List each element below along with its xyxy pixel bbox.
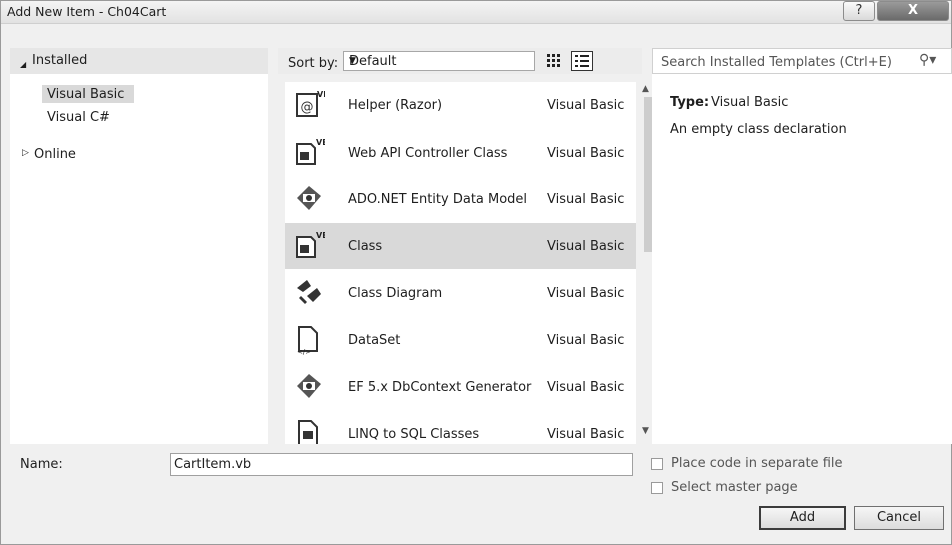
template-language: Visual Basic — [547, 333, 625, 348]
type-value: Visual Basic — [711, 95, 789, 110]
cancel-button[interactable]: Cancel — [854, 506, 944, 530]
template-name: Helper (Razor) — [348, 98, 443, 113]
collapse-triangle-icon[interactable]: ▷ — [22, 148, 29, 158]
list-item[interactable]: </> DataSet Visual Basic — [285, 317, 636, 363]
scroll-up-icon[interactable]: ▲ — [642, 84, 649, 94]
type-label: Type: — [670, 95, 710, 110]
name-input-value: CartItem.vb — [174, 457, 252, 472]
template-name: Web API Controller Class — [348, 146, 508, 161]
add-button[interactable]: Add — [759, 506, 846, 530]
svg-text:VB: VB — [316, 138, 325, 147]
list-item[interactable]: VB Class Visual Basic — [285, 223, 636, 269]
svg-text:VB: VB — [317, 90, 325, 99]
template-language: Visual Basic — [547, 146, 625, 161]
template-name: Class Diagram — [348, 286, 443, 301]
sort-by-label: Sort by: — [288, 56, 339, 71]
template-language: Visual Basic — [547, 239, 625, 254]
dataset-icon: </> — [297, 326, 318, 355]
search-templates-input[interactable]: Search Installed Templates (Ctrl+E) ⚲▾ — [652, 48, 952, 74]
scroll-down-icon[interactable]: ▼ — [642, 426, 649, 436]
template-name: Class — [348, 239, 383, 254]
entity-model-icon — [297, 186, 321, 210]
window-title: Add New Item - Ch04Cart — [7, 4, 167, 19]
svg-text:</>: </> — [297, 348, 311, 355]
list-view-icon — [575, 55, 589, 67]
name-label: Name: — [20, 457, 63, 472]
svg-text:@: @ — [301, 100, 314, 115]
close-button[interactable]: X — [877, 1, 949, 21]
template-language: Visual Basic — [547, 192, 625, 207]
class-diagram-icon — [297, 280, 321, 304]
title-bar: Add New Item - Ch04Cart ? X — [1, 1, 951, 24]
name-input[interactable]: CartItem.vb — [170, 453, 633, 476]
template-name: LINQ to SQL Classes — [348, 427, 480, 442]
list-item[interactable]: ADO.NET Entity Data Model Visual Basic — [285, 176, 636, 222]
list-item[interactable]: @ VB Helper (Razor) Visual Basic — [285, 82, 636, 128]
list-item[interactable]: LINQ to SQL Classes Visual Basic — [285, 411, 636, 444]
expand-triangle-icon[interactable]: ◢ — [20, 60, 26, 69]
tree-item-visual-basic[interactable]: Visual Basic — [47, 87, 124, 102]
template-language: Visual Basic — [547, 427, 625, 442]
search-placeholder: Search Installed Templates (Ctrl+E) — [661, 55, 892, 70]
template-name: ADO.NET Entity Data Model — [348, 192, 528, 207]
template-language: Visual Basic — [547, 380, 625, 395]
svg-text:VB: VB — [316, 231, 325, 240]
list-item[interactable]: EF 5.x DbContext Generator Visual Basic — [285, 364, 636, 410]
template-description: An empty class declaration — [670, 122, 847, 137]
vb-class-icon: VB — [296, 138, 325, 165]
template-language: Visual Basic — [547, 98, 625, 113]
tree-item-visual-csharp[interactable]: Visual C# — [47, 110, 110, 125]
separate-file-label: Place code in separate file — [671, 456, 843, 471]
template-name: EF 5.x DbContext Generator — [348, 380, 532, 395]
linq-icon — [298, 420, 318, 444]
tree-item-online[interactable]: Online — [34, 147, 76, 162]
template-language: Visual Basic — [547, 286, 625, 301]
master-page-label: Select master page — [671, 480, 798, 495]
vb-class-icon: VB — [296, 231, 325, 258]
list-item[interactable]: VB Web API Controller Class Visual Basic — [285, 130, 636, 176]
template-name: DataSet — [348, 333, 401, 348]
search-icon[interactable]: ⚲▾ — [919, 52, 936, 68]
template-tree — [10, 74, 268, 444]
details-view-button[interactable] — [571, 51, 593, 71]
chevron-down-icon: ▼ — [349, 56, 356, 66]
grid-view-icon — [547, 54, 560, 67]
sort-by-select[interactable]: Default ▼ — [343, 51, 535, 71]
installed-node[interactable]: Installed — [32, 53, 87, 68]
master-page-checkbox[interactable] — [651, 482, 663, 494]
list-item[interactable]: Class Diagram Visual Basic — [285, 270, 636, 316]
entity-model-icon — [297, 374, 321, 398]
small-icons-view-button[interactable] — [543, 51, 565, 71]
razor-helper-icon: @ VB — [296, 90, 325, 117]
separate-file-checkbox[interactable] — [651, 458, 663, 470]
scrollbar-thumb[interactable] — [644, 97, 652, 252]
template-list: @ VB Helper (Razor) Visual Basic VB Web … — [285, 82, 636, 444]
help-button[interactable]: ? — [843, 1, 875, 21]
